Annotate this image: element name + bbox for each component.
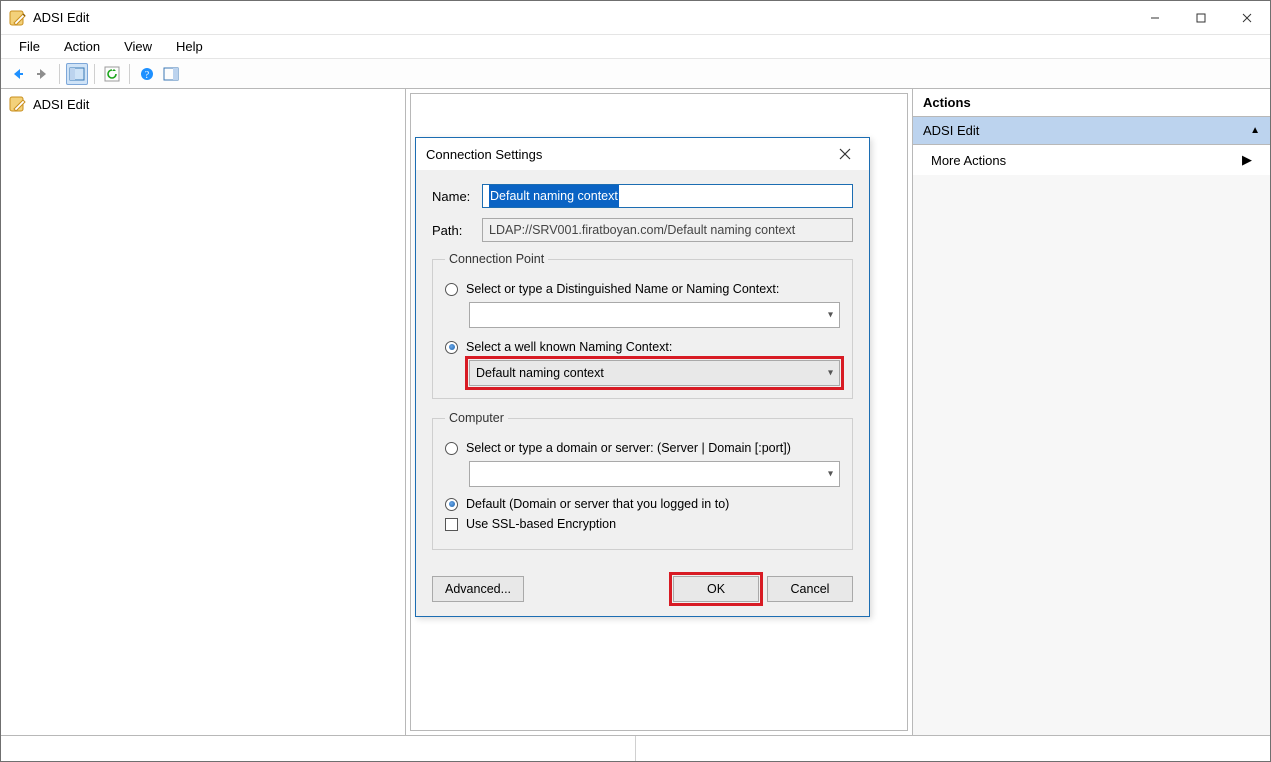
statusbar-cell-right bbox=[636, 736, 1270, 761]
radio-domain-label: Select or type a domain or server: (Serv… bbox=[466, 441, 791, 455]
name-input-value: Default naming context bbox=[489, 185, 619, 207]
name-label: Name: bbox=[432, 189, 482, 204]
titlebar: ADSI Edit bbox=[1, 1, 1270, 35]
path-display: LDAP://SRV001.firatboyan.com/Default nam… bbox=[482, 218, 853, 242]
computer-legend: Computer bbox=[445, 411, 508, 425]
radio-wellknown-label: Select a well known Naming Context: bbox=[466, 340, 672, 354]
statusbar bbox=[1, 735, 1270, 761]
more-actions-label: More Actions bbox=[931, 153, 1006, 168]
radio-default-label: Default (Domain or server that you logge… bbox=[466, 497, 729, 511]
path-value: LDAP://SRV001.firatboyan.com/Default nam… bbox=[489, 223, 795, 237]
toolbar-separator bbox=[94, 64, 95, 84]
svg-text:?: ? bbox=[145, 70, 150, 81]
radio-dn-label: Select or type a Distinguished Name or N… bbox=[466, 282, 779, 296]
tree-root-adsi-edit[interactable]: ADSI Edit bbox=[7, 93, 399, 115]
back-button[interactable] bbox=[7, 63, 29, 85]
domain-combo[interactable]: ▾ bbox=[469, 461, 840, 487]
ssl-checkbox[interactable] bbox=[445, 518, 458, 531]
radio-domain-server[interactable]: Select or type a domain or server: (Serv… bbox=[445, 441, 840, 455]
dialog-close-button[interactable] bbox=[831, 140, 859, 168]
actions-section-label: ADSI Edit bbox=[923, 123, 979, 138]
forward-button[interactable] bbox=[31, 63, 53, 85]
actions-section-adsi-edit[interactable]: ADSI Edit ▲ bbox=[913, 117, 1270, 145]
help-button[interactable]: ? bbox=[136, 63, 158, 85]
connection-point-group: Connection Point Select or type a Distin… bbox=[432, 252, 853, 399]
main-window: ADSI Edit File Action View Help bbox=[0, 0, 1271, 762]
dialog-body: Name: Default naming context Path: LDAP:… bbox=[416, 170, 869, 572]
path-row: Path: LDAP://SRV001.firatboyan.com/Defau… bbox=[432, 218, 853, 242]
computer-group: Computer Select or type a domain or serv… bbox=[432, 411, 853, 550]
radio-wellknown-indicator bbox=[445, 341, 458, 354]
maximize-button[interactable] bbox=[1178, 1, 1224, 35]
radio-default-indicator bbox=[445, 498, 458, 511]
statusbar-cell-left bbox=[1, 736, 636, 761]
toolbar-separator bbox=[59, 64, 60, 84]
dn-combo[interactable]: ▾ bbox=[469, 302, 840, 328]
tree-root-label: ADSI Edit bbox=[33, 97, 89, 112]
chevron-down-icon: ▾ bbox=[828, 368, 833, 379]
radio-default-computer[interactable]: Default (Domain or server that you logge… bbox=[445, 497, 840, 511]
cancel-button[interactable]: Cancel bbox=[767, 576, 853, 602]
menu-help[interactable]: Help bbox=[166, 37, 213, 56]
dialog-titlebar: Connection Settings bbox=[416, 138, 869, 170]
name-input[interactable]: Default naming context bbox=[482, 184, 853, 208]
window-title: ADSI Edit bbox=[33, 10, 89, 25]
collapse-arrow-icon: ▲ bbox=[1250, 125, 1260, 136]
radio-domain-indicator bbox=[445, 442, 458, 455]
toolbar-separator bbox=[129, 64, 130, 84]
close-button[interactable] bbox=[1224, 1, 1270, 35]
radio-distinguished-name[interactable]: Select or type a Distinguished Name or N… bbox=[445, 282, 840, 296]
toolbar: ? bbox=[1, 59, 1270, 89]
show-hide-console-tree-button[interactable] bbox=[66, 63, 88, 85]
dialog-title: Connection Settings bbox=[426, 147, 542, 162]
adsi-edit-app-icon bbox=[9, 9, 27, 27]
path-label: Path: bbox=[432, 223, 482, 238]
chevron-down-icon: ▾ bbox=[828, 310, 833, 321]
chevron-right-icon: ▶ bbox=[1242, 152, 1252, 168]
actions-pane: Actions ADSI Edit ▲ More Actions ▶ bbox=[913, 89, 1270, 735]
minimize-button[interactable] bbox=[1132, 1, 1178, 35]
dialog-button-row: Advanced... OK Cancel bbox=[416, 572, 869, 616]
menu-view[interactable]: View bbox=[114, 37, 162, 56]
connection-point-legend: Connection Point bbox=[445, 252, 548, 266]
menubar: File Action View Help bbox=[1, 35, 1270, 59]
menu-file[interactable]: File bbox=[9, 37, 50, 56]
ok-button[interactable]: OK bbox=[673, 576, 759, 602]
radio-dn-indicator bbox=[445, 283, 458, 296]
refresh-button[interactable] bbox=[101, 63, 123, 85]
show-hide-action-pane-button[interactable] bbox=[160, 63, 182, 85]
adsi-edit-icon bbox=[9, 95, 27, 113]
actions-header: Actions bbox=[913, 89, 1270, 117]
wellknown-combo-value: Default naming context bbox=[476, 366, 604, 380]
menu-action[interactable]: Action bbox=[54, 37, 110, 56]
name-row: Name: Default naming context bbox=[432, 184, 853, 208]
chevron-down-icon: ▾ bbox=[828, 469, 833, 480]
actions-more-actions[interactable]: More Actions ▶ bbox=[913, 145, 1270, 175]
advanced-button[interactable]: Advanced... bbox=[432, 576, 524, 602]
wellknown-combo[interactable]: Default naming context ▾ bbox=[469, 360, 840, 386]
tree-pane: ADSI Edit bbox=[1, 89, 406, 735]
radio-well-known[interactable]: Select a well known Naming Context: bbox=[445, 340, 840, 354]
connection-settings-dialog: Connection Settings Name: Default naming… bbox=[415, 137, 870, 617]
ssl-label: Use SSL-based Encryption bbox=[466, 517, 616, 531]
ssl-checkbox-row[interactable]: Use SSL-based Encryption bbox=[445, 517, 840, 531]
